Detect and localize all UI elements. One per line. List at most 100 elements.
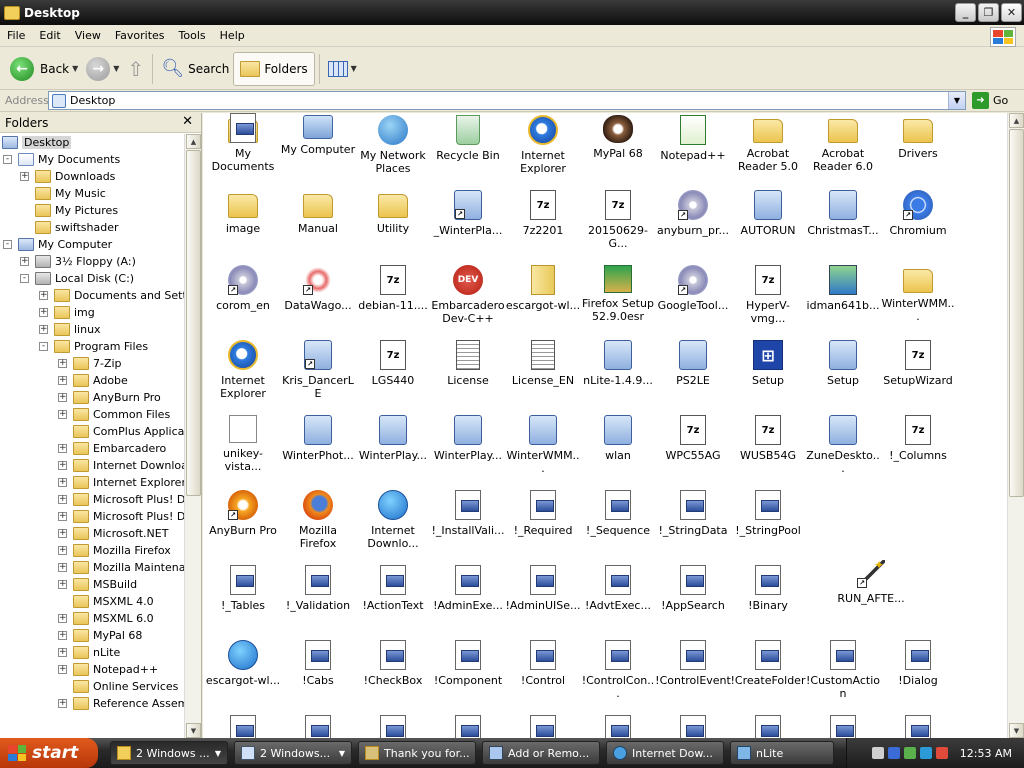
tree-item[interactable]: + Embarcadero	[58, 440, 166, 457]
tree-item[interactable]: - My Computer	[3, 236, 112, 253]
tree-item[interactable]: + Common Files	[58, 406, 170, 423]
desktop-icon-item[interactable]: DEV Embarcadero Dev-C++	[430, 265, 506, 337]
desktop-icon-item[interactable]: 7z debian-11....	[355, 265, 431, 337]
expand-icon[interactable]: +	[58, 614, 67, 623]
desktop-icon-item[interactable]: wlan	[580, 415, 656, 487]
desktop-icon-item[interactable]: 7z LGS440	[355, 340, 431, 412]
desktop-icon-item[interactable]: !AppSearch	[655, 565, 731, 637]
desktop-icon-item[interactable]: 7z HyperV-vmg...	[730, 265, 806, 337]
taskbar-button-windows-group-2[interactable]: 2 Windows... ▼	[234, 741, 352, 765]
expand-icon[interactable]: +	[58, 461, 67, 470]
tree-item[interactable]: swiftshader	[35, 219, 119, 236]
desktop-icon-item[interactable]: !_Tables	[205, 565, 281, 637]
title-bar[interactable]: Desktop _ ❐ ✕	[0, 0, 1024, 25]
tree-item[interactable]: + MSXML 6.0	[58, 610, 154, 627]
desktop-icon-item[interactable]: WinterPlay...	[355, 415, 431, 487]
desktop-icon-item[interactable]: ↗ anyburn_pr...	[655, 190, 731, 262]
desktop-icon-item[interactable]: 7z WPC55AG	[655, 415, 731, 487]
download-icon[interactable]	[903, 747, 916, 759]
desktop-icon-item[interactable]: !ActionText	[355, 565, 431, 637]
expand-icon[interactable]: +	[58, 631, 67, 640]
desktop-icon-item[interactable]: image	[205, 190, 281, 262]
menu-help[interactable]: Help	[213, 29, 252, 42]
desktop-icon-item[interactable]: My Computer	[280, 115, 356, 187]
expand-icon[interactable]: +	[58, 699, 67, 708]
desktop-icon-item[interactable]: My Network Places	[355, 115, 431, 187]
desktop-icon-item[interactable]: ↗ Chromium	[880, 190, 956, 262]
desktop-icon-item[interactable]: License_EN	[505, 340, 581, 412]
menu-file[interactable]: File	[0, 29, 32, 42]
expand-icon[interactable]: +	[58, 580, 67, 589]
desktop-icon-item[interactable]: ⊞ Setup	[730, 340, 806, 412]
desktop-icon-item[interactable]: 7z SetupWizard	[880, 340, 956, 412]
menu-edit[interactable]: Edit	[32, 29, 67, 42]
tree-item[interactable]: - My Documents	[3, 151, 120, 168]
desktop-icon-item[interactable]: !_Sequence	[580, 490, 656, 562]
tree-item[interactable]: + Microsoft.NET	[58, 525, 168, 542]
expand-icon[interactable]: +	[20, 172, 29, 181]
desktop-icon-item[interactable]: !_Validation	[280, 565, 356, 637]
collapse-icon[interactable]: -	[39, 342, 48, 351]
expand-icon[interactable]: +	[58, 478, 67, 487]
folder-tree-scrollbar[interactable]: ▲ ▼	[184, 134, 201, 738]
desktop-icon-item[interactable]	[505, 715, 581, 738]
desktop-icon-item[interactable]: 7z !_Columns	[880, 415, 956, 487]
taskbar-button-add-remove[interactable]: Add or Remo...	[482, 741, 600, 765]
expand-icon[interactable]: +	[58, 648, 67, 657]
desktop-icon-item[interactable]: !AdminUISe...	[505, 565, 581, 637]
desktop-icon-item[interactable]: !Cabs	[280, 640, 356, 712]
tree-item[interactable]: Desktop	[2, 134, 72, 151]
desktop-icon-item[interactable]: escargot-wl...	[505, 265, 581, 337]
desktop-icon-item[interactable]: 7z 20150629-G...	[580, 190, 656, 262]
desktop-icon-item[interactable]: !Dialog	[880, 640, 956, 712]
desktop-icon-item[interactable]	[355, 715, 431, 738]
desktop-icon-item[interactable]: Mozilla Firefox	[280, 490, 356, 562]
expand-icon[interactable]: +	[58, 665, 67, 674]
expand-icon[interactable]: +	[58, 444, 67, 453]
go-button[interactable]: ➜ Go	[972, 92, 1008, 109]
desktop-icon-item[interactable]: !CustomAction	[805, 640, 881, 712]
expand-icon[interactable]: +	[39, 308, 48, 317]
tree-item[interactable]: My Pictures	[35, 202, 118, 219]
tree-item[interactable]: + Mozilla Firefox	[58, 542, 171, 559]
taskbar-button-thank-you[interactable]: Thank you for...	[358, 741, 476, 765]
desktop-icon-item[interactable]: !AdvtExec...	[580, 565, 656, 637]
expand-icon[interactable]: +	[58, 512, 67, 521]
desktop-icon-item[interactable]: Setup	[805, 340, 881, 412]
desktop-icon-item[interactable]: ↗ _WinterPla...	[430, 190, 506, 262]
tree-item[interactable]: + MyPal 68	[58, 627, 142, 644]
expand-icon[interactable]: +	[39, 325, 48, 334]
views-button[interactable]: ▼	[324, 52, 361, 86]
desktop-icon-item[interactable]: WinterWMM...	[505, 415, 581, 487]
expand-icon[interactable]: +	[58, 393, 67, 402]
expand-icon[interactable]: +	[58, 376, 67, 385]
desktop-icon-item[interactable]: !Component	[430, 640, 506, 712]
desktop-icon-item[interactable]	[580, 715, 656, 738]
desktop-icon-item[interactable]: License	[430, 340, 506, 412]
desktop-icon-item[interactable]	[205, 113, 281, 185]
desktop-icon-item[interactable]: ChristmasT...	[805, 190, 881, 262]
search-button[interactable]: 🔍︎ Search	[157, 52, 233, 86]
collapse-icon[interactable]: -	[3, 155, 12, 164]
close-icon[interactable]: ✕	[182, 114, 193, 129]
desktop-icon-item[interactable]: 7z WUSB54G	[730, 415, 806, 487]
network-icon[interactable]	[887, 747, 900, 759]
desktop-icon-item[interactable]: ↗ corom_en	[205, 265, 281, 337]
menu-view[interactable]: View	[68, 29, 108, 42]
tree-item[interactable]: + Microsoft Plus! Digital Media	[58, 508, 185, 525]
desktop-icon-item[interactable]: Internet Downlo...	[355, 490, 431, 562]
desktop-icon-item[interactable]: !_StringData	[655, 490, 731, 562]
scroll-thumb[interactable]	[1009, 129, 1024, 497]
expand-icon[interactable]: +	[39, 291, 48, 300]
desktop-icon-item[interactable]: Acrobat Reader 6.0	[805, 115, 881, 187]
desktop-icon-item[interactable]: !_Required	[505, 490, 581, 562]
expand-icon[interactable]: +	[58, 546, 67, 555]
expand-icon[interactable]: +	[58, 529, 67, 538]
tree-item[interactable]: + MSBuild	[58, 576, 137, 593]
tree-item[interactable]: - Local Disk (C:)	[20, 270, 134, 287]
desktop-icon-item[interactable]: ZuneDeskto...	[805, 415, 881, 487]
tree-item[interactable]: +3½ Floppy (A:)	[20, 253, 136, 270]
tree-item[interactable]: + Adobe	[58, 372, 128, 389]
menu-favorites[interactable]: Favorites	[108, 29, 172, 42]
desktop-icon-item[interactable]: !ControlEvent	[655, 640, 731, 712]
